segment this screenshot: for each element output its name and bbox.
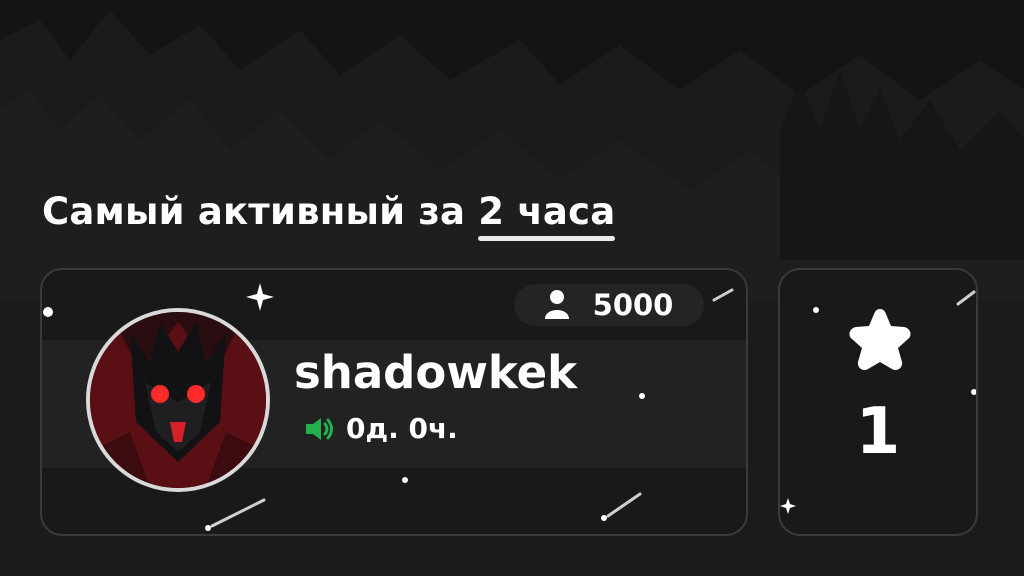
members-count-badge: 5000 — [514, 284, 704, 326]
shadow-fiend-avatar — [90, 312, 266, 488]
rank-card: 1 — [778, 268, 978, 536]
avatar — [86, 308, 270, 492]
members-count: 5000 — [592, 288, 674, 322]
speaker-icon — [306, 417, 333, 440]
title-text: Самый активный за — [42, 190, 466, 233]
voice-time: 0д. 0ч. — [346, 412, 458, 445]
person-icon — [544, 290, 569, 319]
profile-card: 5000 shadowkek 0д. 0ч. — [40, 268, 748, 536]
star-icon — [849, 309, 911, 371]
rank-position: 1 — [855, 395, 901, 469]
voice-activity: 0д. 0ч. — [304, 412, 458, 445]
username: shadowkek — [294, 346, 578, 399]
page-title: Самый активный за 2 часа — [42, 190, 616, 241]
title-period-highlight: 2 часа — [478, 190, 616, 241]
